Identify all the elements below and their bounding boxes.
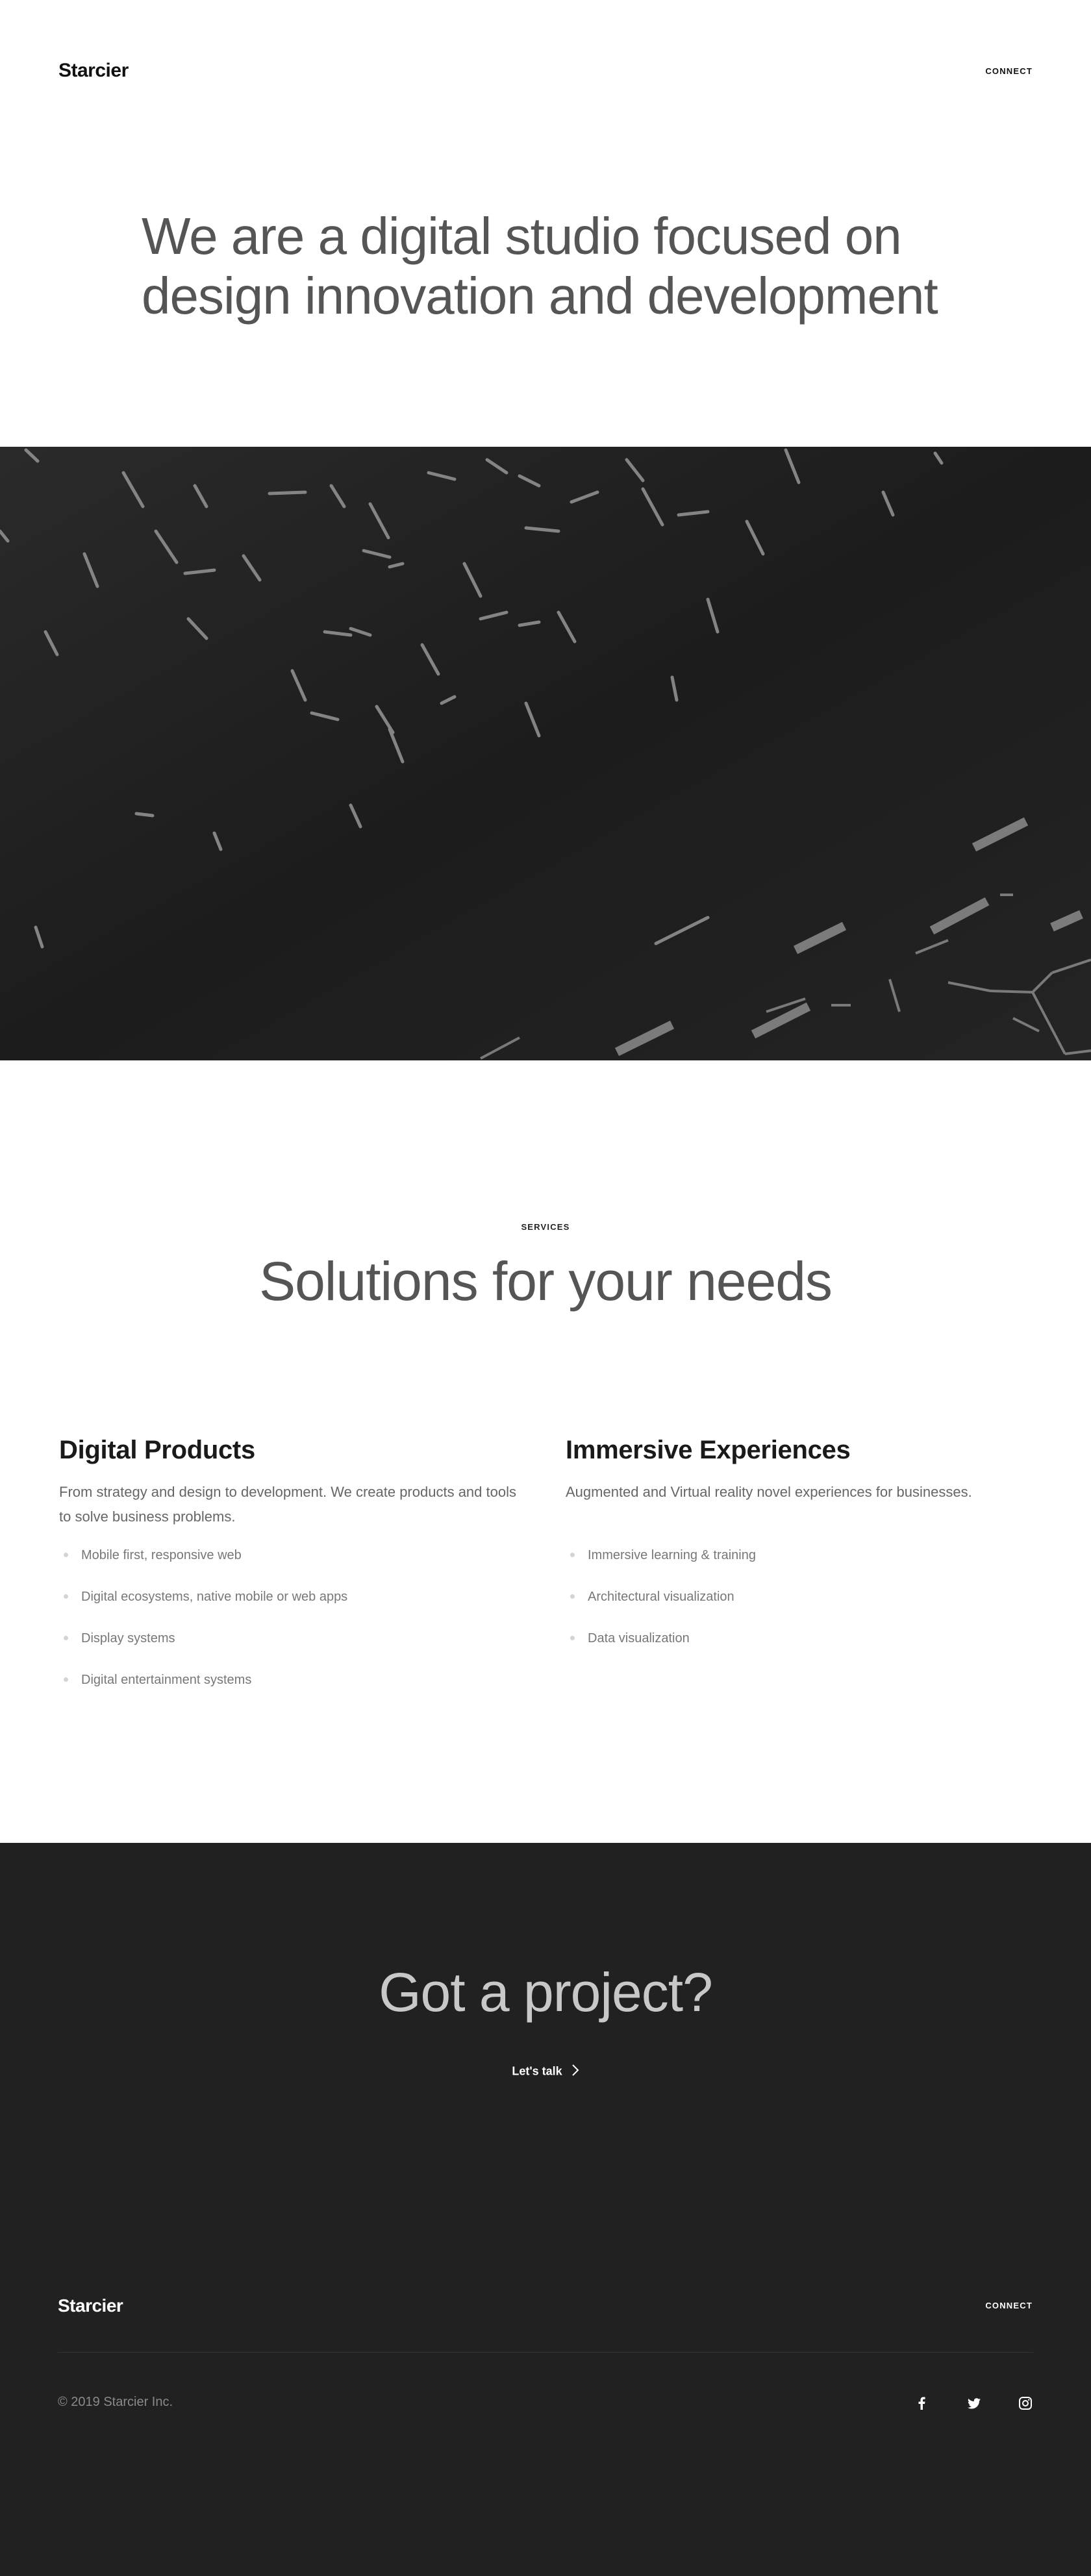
footer-connect-link[interactable]: CONNECT: [985, 2301, 1033, 2310]
chevron-right-icon[interactable]: [571, 2064, 579, 2080]
list-item: Data visualization: [566, 1627, 1027, 1668]
copyright-text: © 2019 Starcier Inc.: [58, 2395, 173, 2409]
service-column-immersive-experiences: Immersive Experiences Augmented and Virt…: [566, 1432, 1027, 1668]
twitter-icon[interactable]: [964, 2394, 984, 2413]
list-item: Mobile first, responsive web: [59, 1544, 520, 1585]
service-title: Digital Products: [59, 1436, 255, 1464]
cta-title: Got a project?: [379, 1962, 713, 2023]
hero-image-band: [0, 447, 1091, 1060]
hero-heading: We are a digital studio focused on desig…: [142, 206, 953, 326]
hero-line-1: We are a digital studio focused on: [142, 207, 902, 265]
bullet-icon: [64, 1553, 68, 1557]
site-logo[interactable]: Starcier: [58, 60, 129, 82]
lets-talk-label[interactable]: Let's talk: [512, 2064, 562, 2077]
bullet-icon: [64, 1677, 68, 1682]
instagram-icon[interactable]: [1016, 2394, 1035, 2413]
services-eyebrow: SERVICES: [521, 1222, 570, 1232]
footer-divider: [58, 2352, 1033, 2353]
bullet-icon: [570, 1594, 575, 1599]
connect-link[interactable]: CONNECT: [985, 66, 1033, 76]
list-item: Display systems: [59, 1627, 520, 1668]
footer-logo[interactable]: Starcier: [58, 2295, 123, 2316]
bullet-icon: [570, 1636, 575, 1640]
hexagon-pattern-image: [0, 447, 1091, 1060]
list-item: Architectural visualization: [566, 1585, 1027, 1627]
service-description: Augmented and Virtual reality novel expe…: [566, 1484, 972, 1500]
hero-line-2: design innovation and development: [142, 267, 938, 325]
facebook-icon[interactable]: [912, 2394, 931, 2413]
services-title: Solutions for your needs: [259, 1251, 833, 1312]
bullet-icon: [64, 1636, 68, 1640]
list-item: Immersive learning & training: [566, 1544, 1027, 1585]
bullet-icon: [64, 1594, 68, 1599]
service-description: From strategy and design to development.…: [59, 1484, 516, 1525]
bullet-icon: [570, 1553, 575, 1557]
service-list: Immersive learning & training Architectu…: [566, 1544, 1027, 1668]
list-item: Digital entertainment systems: [59, 1668, 520, 1710]
service-title: Immersive Experiences: [566, 1436, 851, 1464]
service-column-digital-products: Digital Products From strategy and desig…: [59, 1432, 520, 1710]
service-list: Mobile first, responsive web Digital eco…: [59, 1544, 520, 1710]
lets-talk-link[interactable]: Let's talk: [0, 2064, 1091, 2080]
list-item: Digital ecosystems, native mobile or web…: [59, 1585, 520, 1627]
footer-section: [0, 1843, 1091, 2576]
